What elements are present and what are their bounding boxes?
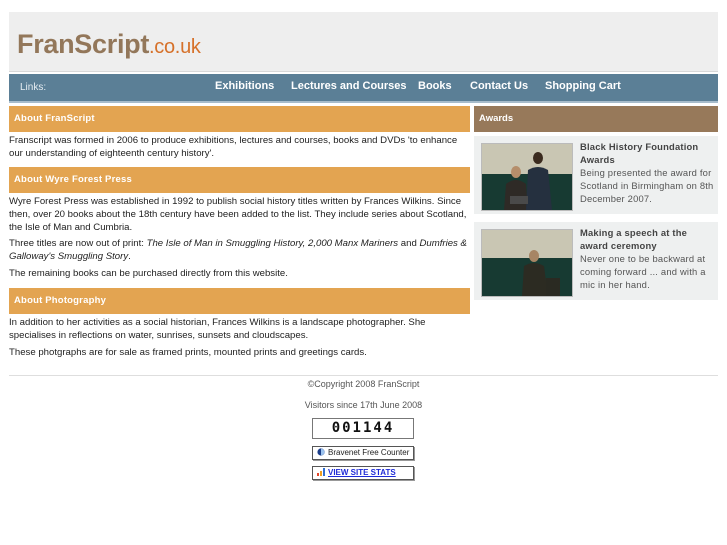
wyre-forest-press-text-2: Three titles are now out of print: The I… (9, 237, 471, 263)
awards-heading: Awards (474, 106, 718, 132)
visitors-label: Visitors since 17th June 2008 (304, 400, 423, 410)
visitor-counter: 001144 (312, 418, 414, 439)
conjunction: and (398, 238, 420, 249)
logo-main: FranScript (17, 29, 150, 59)
bar-chart-icon (317, 468, 325, 476)
nav-exhibitions[interactable]: Exhibitions (215, 80, 274, 92)
award-caption: Black History Foundation Awards Being pr… (580, 140, 714, 205)
award-item: Making a speech at the award ceremony Ne… (474, 222, 718, 300)
photography-text-2: These photgraphs are for sale as framed … (9, 347, 367, 358)
nav-bar: Links: Exhibitions Lectures and Courses … (9, 74, 718, 103)
people-photo-icon (504, 152, 552, 210)
view-site-stats-link[interactable]: VIEW SITE STATS (328, 468, 396, 477)
book-title: 2,000 Manx Mariners (307, 238, 399, 249)
nav-shopping-cart[interactable]: Shopping Cart (545, 80, 621, 92)
nav-links-label: Links: (20, 82, 47, 93)
view-site-stats-badge[interactable]: VIEW SITE STATS (312, 466, 414, 480)
out-of-print-intro: Three titles are now out of print: (9, 238, 147, 249)
section-heading-about-wyre-forest-press: About Wyre Forest Press (9, 167, 470, 193)
nav-books[interactable]: Books (418, 80, 452, 92)
award-heading: Black History Foundation Awards (580, 141, 699, 165)
site-logo[interactable]: FranScript.co.uk (17, 29, 201, 60)
site-header: FranScript.co.uk (9, 12, 718, 72)
about-franscript-text: Franscript was formed in 2006 to produce… (9, 135, 458, 159)
award-item: Black History Foundation Awards Being pr… (474, 136, 718, 214)
section-heading-about-franscript: About FranScript (9, 106, 470, 132)
nav-contact-us[interactable]: Contact Us (470, 80, 528, 92)
nav-lectures-and-courses[interactable]: Lectures and Courses (291, 80, 407, 92)
photography-text-1: In addition to her activities as a socia… (9, 317, 426, 341)
bravenet-counter-badge[interactable]: Bravenet Free Counter (312, 446, 414, 460)
award-heading: Making a speech at the award ceremony (580, 227, 688, 251)
bravenet-logo-icon (317, 448, 325, 456)
copyright-text: ©Copyright 2008 FranScript (307, 379, 420, 389)
period: . (128, 251, 131, 262)
book-title: The Isle of Man in Smuggling History (146, 238, 303, 249)
award-caption: Making a speech at the award ceremony Ne… (580, 226, 714, 291)
award-description: Being presented the award for Scotland i… (580, 167, 714, 204)
section-heading-about-photography: About Photography (9, 288, 470, 314)
wyre-forest-press-text-3: The remaining books can be purchased dir… (9, 268, 288, 279)
speaker-photo-icon (522, 250, 560, 296)
logo-tld: .co.uk (149, 36, 201, 58)
footer-divider (9, 375, 718, 376)
award-photo[interactable] (481, 229, 573, 297)
bravenet-counter-label: Bravenet Free Counter (328, 448, 410, 457)
wyre-forest-press-text-1: Wyre Forest Press was established in 199… (9, 196, 467, 233)
award-photo[interactable] (481, 143, 573, 211)
award-description: Never one to be backward at coming forwa… (580, 253, 706, 290)
